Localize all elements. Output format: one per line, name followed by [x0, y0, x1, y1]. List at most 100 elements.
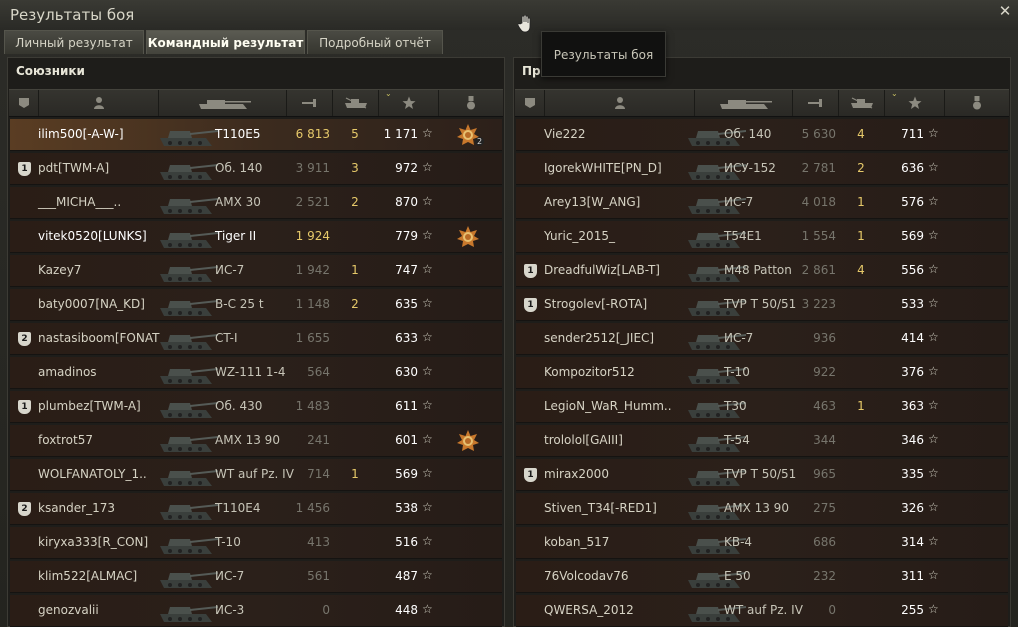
player-row[interactable]: kiryxa333[R_CON] T-10 413 516 ☆ — [10, 527, 502, 559]
player-row[interactable]: Stiven_T34[-RED1] AMX 13 90 275 326 ☆ — [516, 493, 1008, 525]
player-row[interactable]: Arey13[W_ANG] ИС-7 4 018 1 576 ☆ — [516, 187, 1008, 219]
sort-indicator-icon: ⌄ — [385, 89, 392, 98]
vehicle-name: E 50 — [724, 569, 751, 583]
star-icon: ☆ — [422, 466, 433, 480]
medal-badge-icon[interactable] — [456, 429, 480, 453]
player-row[interactable]: 1 plumbez[TWM-A] Об. 430 1 483 611 ☆ — [10, 391, 502, 423]
vehicle-name: Об. 430 — [215, 399, 263, 413]
vehicle-name: KB-4 — [724, 535, 753, 549]
tank-thumbnail-icon — [156, 496, 218, 522]
tab-detailed-report[interactable]: Подробный отчёт — [307, 30, 443, 54]
star-icon: ☆ — [928, 568, 939, 582]
player-row[interactable]: Kompozitor512 T-10 922 376 ☆ — [516, 357, 1008, 389]
tank-thumbnail-icon — [156, 394, 218, 420]
damage-value: 2 781 — [801, 161, 836, 175]
damage-column-header[interactable] — [287, 90, 333, 116]
player-row[interactable]: amadinos WZ-111 1-4 564 630 ☆ — [10, 357, 502, 389]
platoon-badge-icon: 1 — [524, 298, 537, 312]
player-name: WOLFANATOLY_1.. — [38, 467, 147, 481]
player-row[interactable]: 1 pdt[TWM-A] Об. 140 3 911 3 972 ☆ — [10, 153, 502, 185]
tank-thumbnail-icon — [156, 428, 218, 454]
player-row[interactable]: WOLFANATOLY_1.. WT auf Pz. IV 714 1 569 ☆ — [10, 459, 502, 491]
player-name: vitek0520[LUNKS] — [38, 229, 147, 243]
star-icon: ☆ — [422, 126, 433, 140]
player-column-header[interactable] — [545, 90, 695, 116]
player-name: Stiven_T34[-RED1] — [544, 501, 657, 515]
player-row[interactable]: ilim500[-A-W-] T110E5 6 813 5 1 171 ☆ 2 — [10, 119, 502, 151]
player-row[interactable]: LegioN_WaR_Humm.. T30 463 1 363 ☆ — [516, 391, 1008, 423]
experience-value: 972 — [395, 161, 418, 175]
kills-column-header[interactable] — [839, 90, 885, 116]
player-name: 76Volcodav76 — [544, 569, 629, 583]
platoon-icon — [18, 98, 29, 108]
experience-value: 314 — [901, 535, 924, 549]
damage-value: 922 — [813, 365, 836, 379]
close-icon[interactable]: ✕ — [998, 4, 1012, 19]
player-column-header[interactable] — [39, 90, 159, 116]
player-row[interactable]: klim522[ALMAC] ИС-7 561 487 ☆ — [10, 561, 502, 593]
player-row[interactable]: koban_517 KB-4 686 314 ☆ — [516, 527, 1008, 559]
player-row[interactable]: 2 ksander_173 T110E4 1 456 538 ☆ — [10, 493, 502, 525]
vehicle-name: ИС-3 — [215, 603, 245, 617]
vehicle-name: ИСУ-152 — [724, 161, 776, 175]
experience-value: 1 171 — [383, 127, 418, 141]
player-name: nastasiboom[FONAT — [38, 331, 160, 345]
experience-value: 633 — [395, 331, 418, 345]
experience-column-header[interactable]: ⌄ — [379, 89, 439, 116]
player-row[interactable]: vitek0520[LUNKS] Tiger II 1 924 779 ☆ — [10, 221, 502, 253]
player-icon — [93, 97, 104, 109]
kills-value: 3 — [351, 161, 359, 175]
tab-team-result[interactable]: Командный результат — [146, 30, 305, 54]
player-row[interactable]: 1 DreadfulWiz[LAB-T] M48 Patton 2 861 4 556 ☆ — [516, 255, 1008, 287]
player-row[interactable]: Kazey7 ИС-7 1 942 1 747 ☆ — [10, 255, 502, 287]
platoon-column-header[interactable] — [9, 90, 39, 116]
experience-value: 538 — [395, 501, 418, 515]
player-row[interactable]: sender2512[_JIEC] ИС-7 936 414 ☆ — [516, 323, 1008, 355]
medal-column-header[interactable] — [439, 90, 503, 116]
player-row[interactable]: Vie222 Об. 140 5 630 4 711 ☆ — [516, 119, 1008, 151]
player-row[interactable]: genozvalii ИС-3 0 448 ☆ — [10, 595, 502, 627]
tank-column-header[interactable] — [159, 90, 287, 116]
tank-column-header[interactable] — [695, 90, 793, 116]
player-row[interactable]: Yuric_2015_ T54E1 1 554 1 569 ☆ — [516, 221, 1008, 253]
player-row[interactable]: 1 mirax2000 TVP T 50/51 965 335 ☆ — [516, 459, 1008, 491]
star-icon: ☆ — [928, 602, 939, 616]
damage-value: 686 — [813, 535, 836, 549]
player-row[interactable]: trololol[GAIII] T-54 344 346 ☆ — [516, 425, 1008, 457]
player-row[interactable]: 76Volcodav76 E 50 232 311 ☆ — [516, 561, 1008, 593]
player-row[interactable]: ___MICHA___.. AMX 30 2 521 2 870 ☆ — [10, 187, 502, 219]
damage-column-header[interactable] — [793, 90, 839, 116]
player-row[interactable]: IgorekWHITE[PN_D] ИСУ-152 2 781 2 636 ☆ — [516, 153, 1008, 185]
damage-value: 1 483 — [295, 399, 330, 413]
experience-value: 556 — [901, 263, 924, 277]
player-row[interactable]: baty0007[NA_KD] B-C 25 t 1 148 2 635 ☆ — [10, 289, 502, 321]
experience-value: 611 — [395, 399, 418, 413]
tank-icon — [198, 100, 251, 109]
player-row[interactable]: QWERSA_2012 WT auf Pz. IV 0 255 ☆ — [516, 595, 1008, 627]
vehicle-name: TVP T 50/51 — [724, 297, 797, 311]
player-row[interactable]: 2 nastasiboom[FONAT CT-I 1 655 633 ☆ — [10, 323, 502, 355]
experience-column-header[interactable]: ⌄ — [885, 89, 945, 116]
allies-column-header: ⌄ — [9, 89, 503, 117]
experience-value: 448 — [395, 603, 418, 617]
player-name: foxtrot57 — [38, 433, 93, 447]
player-row[interactable]: 1 Strogolev[-ROTA] TVP T 50/51 3 223 533 ☆ — [516, 289, 1008, 321]
kills-value: 2 — [351, 195, 359, 209]
star-icon: ☆ — [422, 534, 433, 548]
medal-badge-icon[interactable] — [456, 225, 480, 249]
kills-value: 1 — [351, 263, 359, 277]
player-row[interactable]: foxtrot57 AMX 13 90 241 601 ☆ — [10, 425, 502, 457]
kills-value: 1 — [857, 399, 865, 413]
platoon-column-header[interactable] — [515, 90, 545, 116]
tank-thumbnail-icon — [156, 530, 218, 556]
tab-personal-result[interactable]: Личный результат — [4, 30, 144, 54]
star-icon: ☆ — [928, 534, 939, 548]
damage-value: 0 — [322, 603, 330, 617]
medal-column-header[interactable] — [945, 90, 1009, 116]
kills-column-header[interactable] — [333, 90, 379, 116]
star-icon: ☆ — [928, 364, 939, 378]
star-icon: ☆ — [422, 602, 433, 616]
experience-value: 487 — [395, 569, 418, 583]
tank-thumbnail-icon — [156, 360, 218, 386]
damage-value: 1 942 — [295, 263, 330, 277]
